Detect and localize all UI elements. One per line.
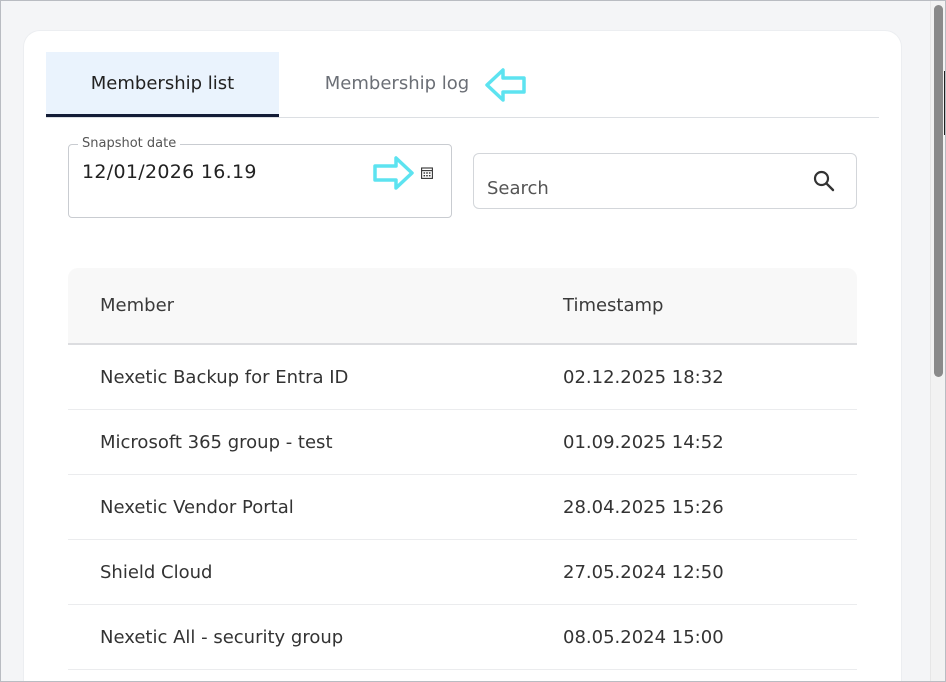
membership-table: Member Timestamp Nexetic Backup for Entr… — [68, 268, 857, 670]
tab-bar: Membership list Membership log — [46, 52, 879, 118]
table-row[interactable]: Nexetic Backup for Entra ID 02.12.2025 1… — [68, 345, 857, 410]
timestamp-cell: 28.04.2025 15:26 — [563, 497, 724, 518]
snapshot-date-field[interactable]: Snapshot date 12/01/2026 16.19 — [68, 136, 452, 218]
search-input[interactable]: Search — [473, 153, 857, 209]
search-placeholder: Search — [487, 178, 549, 199]
member-cell: Nexetic Backup for Entra ID — [100, 367, 349, 388]
tab-membership-log[interactable]: Membership log — [279, 52, 515, 115]
column-header-member[interactable]: Member — [100, 295, 174, 316]
table-row[interactable]: Microsoft 365 group - test 01.09.2025 14… — [68, 410, 857, 475]
member-cell: Microsoft 365 group - test — [100, 432, 333, 453]
calendar-icon[interactable] — [421, 167, 433, 179]
membership-card: Membership list Membership log Snapshot … — [24, 31, 901, 681]
table-header: Member Timestamp — [68, 268, 857, 345]
search-icon[interactable] — [813, 170, 835, 192]
window-frame: Membership list Membership log Snapshot … — [0, 0, 946, 682]
member-cell: Shield Cloud — [100, 562, 213, 583]
tab-membership-list[interactable]: Membership list — [46, 52, 279, 117]
table-row[interactable]: Shield Cloud 27.05.2024 12:50 — [68, 540, 857, 605]
member-cell: Nexetic All - security group — [100, 627, 344, 648]
column-header-timestamp[interactable]: Timestamp — [563, 295, 663, 316]
timestamp-cell: 01.09.2025 14:52 — [563, 432, 724, 453]
member-cell: Nexetic Vendor Portal — [100, 497, 294, 518]
annotation-arrow-right-icon — [373, 156, 414, 190]
table-row[interactable]: Nexetic All - security group 08.05.2024 … — [68, 605, 857, 670]
snapshot-date-value[interactable]: 12/01/2026 16.19 — [82, 161, 257, 183]
timestamp-cell: 08.05.2024 15:00 — [563, 627, 724, 648]
annotation-arrow-left-icon — [485, 68, 526, 102]
timestamp-cell: 27.05.2024 12:50 — [563, 562, 724, 583]
snapshot-date-label: Snapshot date — [78, 136, 181, 151]
timestamp-cell: 02.12.2025 18:32 — [563, 367, 724, 388]
table-row[interactable]: Nexetic Vendor Portal 28.04.2025 15:26 — [68, 475, 857, 540]
scrollbar-thumb[interactable] — [934, 5, 943, 377]
